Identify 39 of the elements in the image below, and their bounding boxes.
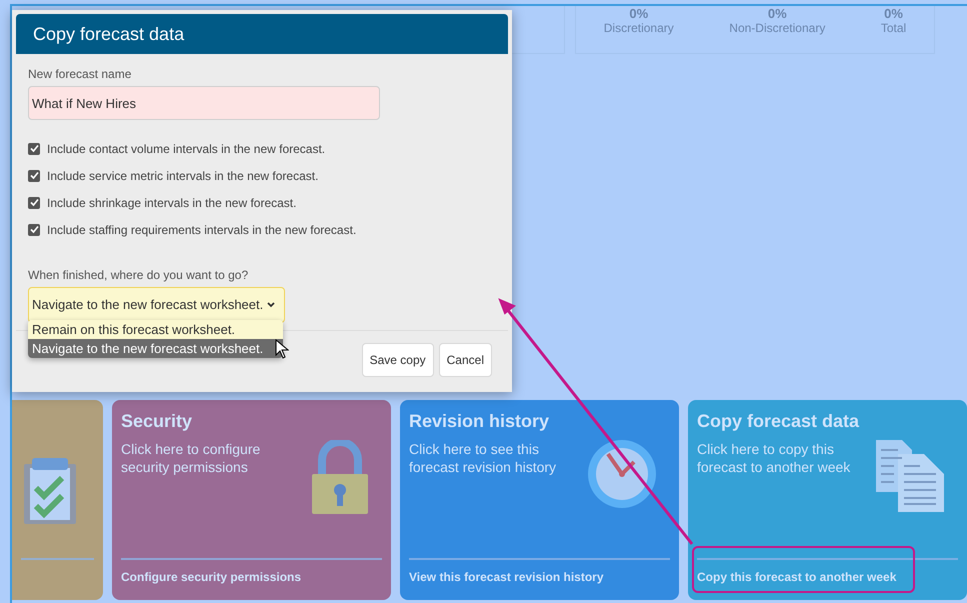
checkbox[interactable] — [28, 196, 40, 208]
stat-label: Non-Discretionary — [729, 21, 826, 36]
tile-card[interactable] — [12, 400, 103, 600]
checkbox-label: Include staffing requirements intervals in the new forecast. — [47, 222, 356, 238]
checkbox-label: Include contact volume intervals in the new forecast. — [47, 140, 326, 158]
padlock-icon — [312, 440, 368, 514]
tile-title: Copy forecast data — [697, 410, 860, 432]
stat-value: 0% — [884, 6, 903, 21]
tile-card[interactable]: Security Click here to configure security permissions Configure security permissions — [112, 400, 391, 600]
dialog-title: Copy forecast data — [33, 22, 184, 46]
forecast-name-field[interactable]: What if New Hires — [28, 86, 380, 120]
checkbox[interactable] — [28, 142, 40, 154]
stat-label: Discretionary — [604, 21, 674, 36]
field-label: When finished, where do you want to go? — [28, 267, 250, 284]
dialog-button[interactable]: Save copy — [362, 342, 434, 376]
destination-select[interactable]: Navigate to the new forecast worksheet. — [28, 287, 285, 323]
documents-icon — [876, 440, 944, 512]
tile-title: Revision history — [409, 410, 550, 432]
mouse-pointer-icon — [275, 339, 289, 359]
checkbox-label: Include shrinkage intervals in the new forecast. — [47, 194, 296, 212]
stat-value: 0% — [768, 6, 787, 21]
checkbox[interactable] — [28, 170, 40, 182]
field-label: New forecast name — [28, 66, 132, 83]
dropdown-option[interactable]: Remain on this forecast worksheet. — [28, 320, 283, 339]
tile-card[interactable]: Revision history Click here to see this forecast revision history View this forecast revision history — [400, 400, 679, 600]
checkbox-label: Include service metric intervals in the new forecast. — [47, 168, 318, 184]
dialog-button[interactable]: Cancel — [438, 342, 492, 376]
stat-value: 0% — [629, 6, 648, 21]
dropdown-option[interactable]: Navigate to the new forecast worksheet. — [28, 339, 283, 358]
clock-icon — [588, 440, 656, 508]
tile-link[interactable]: Configure security permissions — [121, 568, 382, 584]
chevron-down-icon — [267, 302, 276, 308]
tile-title: Security — [121, 410, 194, 432]
tile-description: Click here to configure security permissions — [121, 440, 262, 476]
stat-label: Total — [880, 21, 906, 36]
tile-link[interactable]: View this forecast revision history — [409, 568, 670, 584]
tile-description: Click here to copy this forecast to another week — [697, 440, 852, 476]
tile-description: Click here to see this forecast revision history — [409, 440, 558, 476]
checkbox[interactable] — [28, 224, 40, 236]
